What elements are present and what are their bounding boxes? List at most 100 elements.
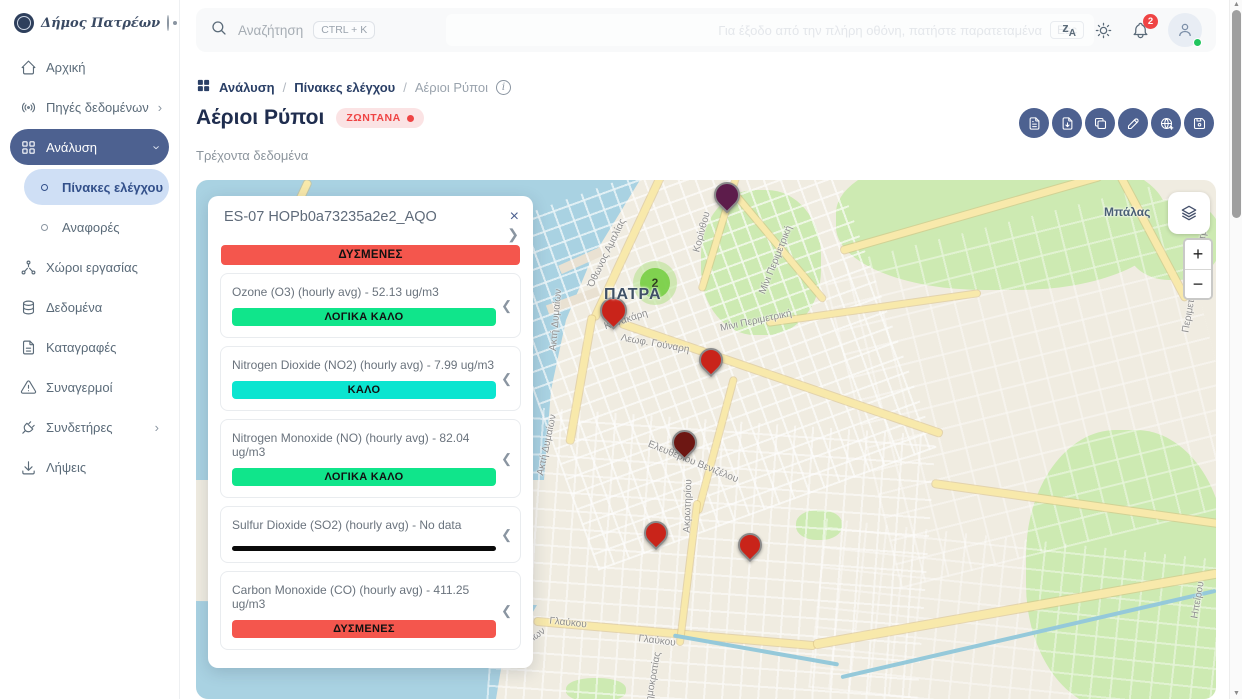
reading-card: Nitrogen Monoxide (NO) (hourly avg) - 82… xyxy=(220,419,521,498)
sources-icon xyxy=(20,99,37,116)
station-popup: ES-07 HOPb0a73235a2e2_AQO × ❯ ΔΥΣΜΕΝΕΣ O… xyxy=(208,196,533,668)
reading-card: Nitrogen Dioxide (NO2) (hourly avg) - 7.… xyxy=(220,346,521,411)
notifications-bell-icon[interactable]: 2 xyxy=(1131,21,1150,40)
sidebar-item-katagrafes[interactable]: Καταγραφές xyxy=(10,329,169,365)
logs-icon xyxy=(20,339,37,356)
zoom-in-button[interactable]: + xyxy=(1185,240,1211,269)
reading-collapse-chevron-icon[interactable]: ❮ xyxy=(501,603,512,619)
sidebar-nav: Αρχική Πηγές δεδομένων › Ανάλυση › Πίνακ… xyxy=(0,43,179,495)
theme-toggle-icon[interactable] xyxy=(1094,21,1113,40)
scroll-up-arrow-icon[interactable]: ▲ xyxy=(1230,0,1242,10)
sidebar-collapse-icon[interactable] xyxy=(167,15,169,31)
chevron-right-icon: › xyxy=(155,420,159,435)
copy-icon xyxy=(1093,116,1108,131)
sidebar: Δήμος Πατρέων Αρχική Πηγές δεδομένων › Α… xyxy=(0,0,180,699)
app-root: Δήμος Πατρέων Αρχική Πηγές δεδομένων › Α… xyxy=(0,0,1242,699)
sidebar-item-syndetires[interactable]: Συνδετήρες › xyxy=(10,409,169,445)
reading-status-banner: ΚΑΛΟ xyxy=(232,381,496,399)
plug-icon xyxy=(20,419,37,436)
station-title: ES-07 HOPb0a73235a2e2_AQO xyxy=(224,209,437,225)
search-placeholder: Αναζήτηση xyxy=(238,23,303,38)
sidebar-item-analysi[interactable]: Ανάλυση › xyxy=(10,129,169,165)
world-plus-icon xyxy=(1159,116,1174,131)
pencil-icon xyxy=(1126,116,1141,131)
sidebar-item-piges-dedomenon[interactable]: Πηγές δεδομένων › xyxy=(10,89,169,125)
reading-card: Sulfur Dioxide (SO2) (hourly avg) - No d… xyxy=(220,506,521,563)
report-file-button[interactable] xyxy=(1019,108,1049,138)
breadcrumb-dashboards[interactable]: Πίνακες ελέγχου xyxy=(294,80,395,95)
scroll-down-arrow-icon[interactable]: ▼ xyxy=(1230,689,1242,699)
workspaces-icon xyxy=(20,259,37,276)
floppy-icon xyxy=(1192,116,1207,131)
bullet-circle-icon xyxy=(41,224,48,231)
database-icon xyxy=(20,299,37,316)
sidebar-item-xoroi-ergasias[interactable]: Χώροι εργασίας xyxy=(10,249,169,285)
duplicate-button[interactable] xyxy=(1085,108,1115,138)
page-title: Αέριοι Ρύποι xyxy=(196,106,324,130)
map-layers-button[interactable] xyxy=(1168,192,1210,234)
city-label-patra: ΠΑΤΡΑ xyxy=(604,286,662,304)
reading-status-banner: ΛΟΓΙΚΑ ΚΑΛΟ xyxy=(232,308,496,326)
breadcrumb: Ανάλυση / Πίνακες ελέγχου / Αέριοι Ρύποι… xyxy=(196,78,511,96)
save-button[interactable] xyxy=(1184,108,1214,138)
publish-button[interactable] xyxy=(1151,108,1181,138)
reading-label: Nitrogen Dioxide (NO2) (hourly avg) - 7.… xyxy=(232,358,496,372)
area-label-balas: Μπάλας xyxy=(1104,205,1150,219)
sidebar-item-lipseis[interactable]: Λήψεις xyxy=(10,449,169,485)
home-icon xyxy=(20,59,37,76)
layers-icon xyxy=(1179,203,1199,223)
info-icon[interactable]: i xyxy=(496,80,511,95)
breadcrumb-separator: / xyxy=(403,80,407,95)
page-scrollbar[interactable]: ▲ ▼ xyxy=(1229,0,1242,699)
scrollbar-thumb[interactable] xyxy=(1232,10,1241,218)
dashboard-icon xyxy=(20,139,37,156)
chevron-right-icon: › xyxy=(158,100,162,115)
reading-collapse-chevron-icon[interactable]: ❮ xyxy=(501,371,512,387)
reading-label: Ozone (O3) (hourly avg) - 52.13 ug/m3 xyxy=(232,285,496,299)
reading-collapse-chevron-icon[interactable]: ❮ xyxy=(501,451,512,467)
topbar: Αναζήτηση CTRL + K Για έξοδο από την πλή… xyxy=(196,8,1216,52)
municipality-logo-icon xyxy=(14,13,34,33)
reading-collapse-chevron-icon[interactable]: ❮ xyxy=(501,527,512,543)
readings-list: Ozone (O3) (hourly avg) - 52.13 ug/m3 ❮ … xyxy=(208,273,533,650)
popup-expand-chevron-icon[interactable]: ❯ xyxy=(208,225,533,241)
sidebar-item-arxiki[interactable]: Αρχική xyxy=(10,49,169,85)
sidebar-item-synagermoi[interactable]: Συναγερμοί xyxy=(10,369,169,405)
search-input[interactable]: Αναζήτηση CTRL + K xyxy=(210,19,1062,42)
live-dot-icon xyxy=(407,115,414,122)
chevron-down-icon: › xyxy=(149,145,164,149)
sidebar-logo: Δήμος Πατρέων xyxy=(0,0,179,43)
edit-button[interactable] xyxy=(1118,108,1148,138)
export-file-button[interactable] xyxy=(1052,108,1082,138)
reading-status-banner: ΔΥΣΜΕΝΕΣ xyxy=(232,620,496,638)
breadcrumb-analysis[interactable]: Ανάλυση xyxy=(219,80,275,95)
logo-text: Δήμος Πατρέων xyxy=(41,16,160,31)
zoom-out-button[interactable]: − xyxy=(1185,269,1211,298)
reading-status-banner xyxy=(232,546,496,551)
reading-card: Ozone (O3) (hourly avg) - 52.13 ug/m3 ❮ … xyxy=(220,273,521,338)
sidebar-item-anafores[interactable]: Αναφορές xyxy=(24,209,169,245)
reading-collapse-chevron-icon[interactable]: ❮ xyxy=(501,298,512,314)
bullet-circle-icon xyxy=(41,184,48,191)
breadcrumb-grid-icon xyxy=(196,78,211,96)
sidebar-item-pinakes-elegxou[interactable]: Πίνακες ελέγχου xyxy=(24,169,169,205)
user-avatar[interactable] xyxy=(1168,13,1202,47)
search-shortcut-badge: CTRL + K xyxy=(313,21,375,39)
download-icon xyxy=(20,459,37,476)
reading-label: Carbon Monoxide (CO) (hourly avg) - 411.… xyxy=(232,583,496,611)
map[interactable]: Όθωνος ΑμαλίαςΚορίνθουΜίνι ΠεριμετρικήΜί… xyxy=(196,180,1216,699)
sidebar-item-dedomena[interactable]: Δεδομένα xyxy=(10,289,169,325)
reading-label: Nitrogen Monoxide (NO) (hourly avg) - 82… xyxy=(232,431,496,459)
popup-close-icon[interactable]: × xyxy=(510,209,519,225)
language-icon[interactable]: zA xyxy=(1062,21,1076,39)
page-subtitle: Τρέχοντα δεδομένα xyxy=(196,148,308,163)
street-label: Ακρωτηρίου xyxy=(682,479,695,533)
map-zoom-control: + − xyxy=(1183,238,1213,300)
live-badge-text: ΖΩΝΤΑΝΑ xyxy=(346,112,400,124)
overall-status-banner: ΔΥΣΜΕΝΕΣ xyxy=(221,245,520,265)
topbar-icons: zA 2 xyxy=(1062,13,1202,47)
alert-icon xyxy=(20,379,37,396)
reading-card: Carbon Monoxide (CO) (hourly avg) - 411.… xyxy=(220,571,521,650)
live-status-badge: ΖΩΝΤΑΝΑ xyxy=(336,108,423,128)
reading-status-banner: ΛΟΓΙΚΑ ΚΑΛΟ xyxy=(232,468,496,486)
